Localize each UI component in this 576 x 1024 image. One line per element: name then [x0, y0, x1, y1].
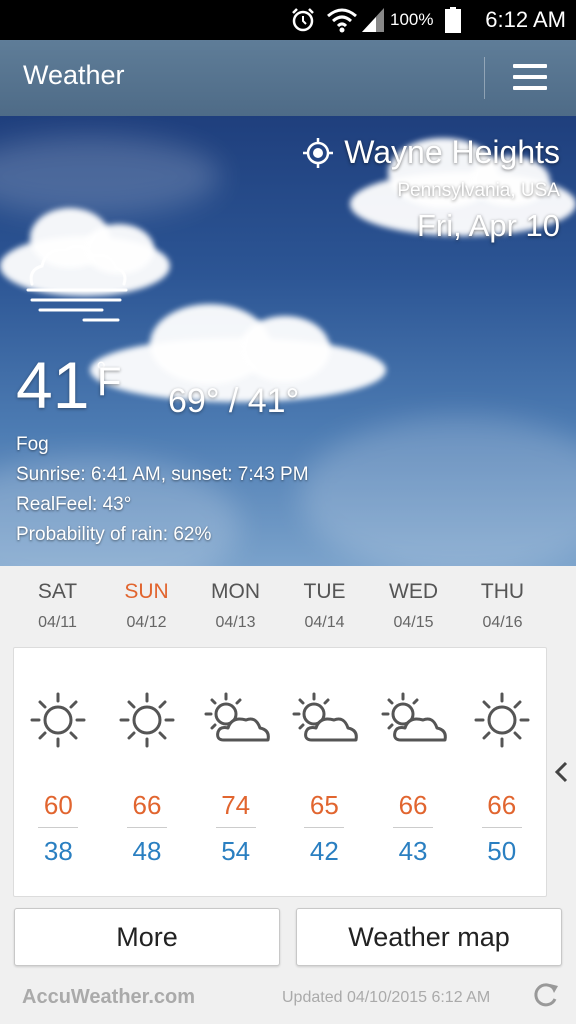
forecast-low: 38: [43, 836, 73, 866]
forecast-low: 42: [309, 836, 339, 866]
forecast-low: 43: [398, 836, 428, 866]
current-date: Fri, Apr 10: [417, 208, 560, 243]
app-title: Weather: [23, 60, 125, 90]
forecast-low: 48: [132, 836, 162, 866]
forecast-day: TUE 04/14: [303, 580, 346, 631]
updated-timestamp: Updated 04/10/2015 6:12 AM: [282, 989, 491, 1006]
wifi-icon: [327, 8, 357, 33]
weather-map-button[interactable]: Weather map: [296, 908, 562, 966]
forecast-low: 50: [487, 836, 517, 866]
rain-probability: Probability of rain: 62%: [16, 524, 212, 545]
forecast-panel[interactable]: 60 38 66 48 74 54 65 42 66 43 66 50: [13, 647, 547, 897]
forecast-column[interactable]: 74 54: [191, 648, 280, 896]
refresh-icon[interactable]: [532, 980, 560, 1008]
forecast-high: 66: [487, 790, 517, 820]
battery-percent: 100%: [390, 10, 434, 29]
forecast-high: 65: [309, 790, 339, 820]
accuweather-logo[interactable]: AccuWeather.com: [22, 986, 195, 1009]
alarm-icon: [292, 8, 314, 32]
forecast-day: SAT 04/11: [37, 580, 78, 631]
forecast-day: THU 04/16: [480, 580, 525, 631]
battery-icon: [445, 7, 461, 33]
realfeel: RealFeel: 43°: [16, 494, 132, 515]
current-weather-panel: Wayne Heights Pennsylvania, USA Fri, Apr…: [0, 116, 576, 566]
location-name[interactable]: Wayne Heights: [344, 134, 560, 171]
location-target-icon: [303, 137, 334, 168]
forecast-day-headers: SAT 04/11 SUN 04/12 MON 04/13 TUE 04/14 WED 0…: [13, 580, 547, 640]
status-time: 6:12 AM: [485, 7, 566, 32]
forecast-column[interactable]: 60 38: [14, 648, 103, 896]
forecast-day: SUN 04/12: [124, 580, 169, 631]
partly-cloudy-icon: [204, 692, 270, 742]
forecast-high: 66: [398, 790, 428, 820]
menu-button[interactable]: [510, 60, 550, 96]
forecast-high: 66: [132, 790, 162, 820]
sunny-icon: [119, 692, 175, 748]
forecast-day: WED 04/15: [389, 580, 438, 631]
sunny-icon: [474, 692, 530, 748]
fog-icon: [26, 244, 128, 322]
high-low: 69° / 41°: [168, 382, 300, 420]
partly-cloudy-icon: [292, 692, 359, 742]
sunny-icon: [30, 692, 86, 748]
menu-icon: [513, 64, 547, 68]
forecast-column[interactable]: 66 43: [369, 648, 458, 896]
temperature-unit: F: [97, 360, 122, 404]
signal-icon: [362, 8, 384, 32]
forecast-low: 54: [221, 836, 251, 866]
partly-cloudy-icon: [381, 692, 447, 742]
sunrise-sunset: Sunrise: 6:41 AM, sunset: 7:43 PM: [16, 464, 309, 485]
status-bar: 100% 6:12 AM: [0, 0, 576, 40]
forecast-column[interactable]: 66 48: [103, 648, 192, 896]
current-temperature: 41: [16, 348, 90, 422]
forecast-column[interactable]: 65 42: [280, 648, 369, 896]
forecast-high: 74: [221, 790, 251, 820]
condition: Fog: [16, 434, 49, 455]
divider: [484, 57, 485, 99]
location-region: Pennsylvania, USA: [397, 180, 560, 201]
forecast-column[interactable]: 66 50: [457, 648, 546, 896]
app-bar: Weather: [0, 40, 576, 116]
chevron-left-icon[interactable]: [552, 760, 570, 784]
forecast-high: 60: [43, 790, 73, 820]
more-button[interactable]: More: [14, 908, 280, 966]
forecast-day: MON 04/13: [211, 580, 260, 631]
